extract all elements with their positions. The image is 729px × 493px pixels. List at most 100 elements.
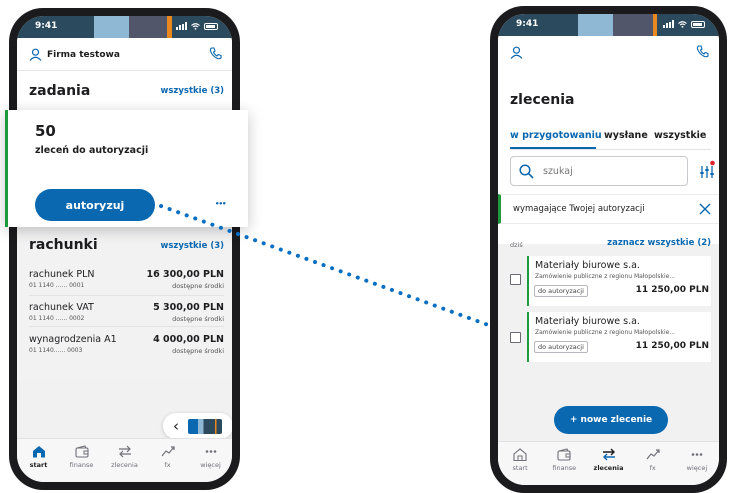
status-time: 9:41: [516, 19, 539, 29]
battery-icon: [204, 22, 218, 30]
tab-wiecej[interactable]: więcej: [675, 442, 719, 485]
account-amount: 16 300,00 PLN: [146, 269, 224, 280]
order-checkbox[interactable]: [510, 332, 521, 343]
signal-icon: [176, 22, 187, 30]
status-icons: [663, 20, 705, 28]
company-switcher[interactable]: Firma testowa: [29, 48, 120, 61]
order-title: Materiały biurowe s.a.: [535, 316, 640, 327]
wifi-icon: [191, 22, 200, 30]
search-input[interactable]: [543, 163, 673, 179]
filter-chip: wymagające Twojej autoryzacji: [498, 194, 719, 224]
account-note: dostępne środki: [172, 315, 224, 323]
tasks-title: zadania: [29, 83, 91, 99]
signal-icon: [663, 20, 674, 28]
accounts-section: rachunki wszystkie (3) rachunek PLN 01 1…: [17, 229, 232, 379]
account-amount: 4 000,00 PLN: [153, 334, 224, 345]
tasks-all-link[interactable]: wszystkie (3): [161, 86, 225, 96]
account-note: dostępne środki: [172, 347, 224, 355]
order-tabs: w przygotowaniu wysłane wszystkie: [510, 128, 711, 150]
tab-wiecej[interactable]: więcej: [189, 439, 232, 482]
close-icon[interactable]: [699, 203, 711, 215]
account-name: wynagrodzenia A1: [29, 334, 117, 345]
tab-label: start: [512, 464, 528, 472]
tab-label: więcej: [686, 464, 708, 472]
order-amount: 11 250,00 PLN: [635, 341, 709, 351]
search-icon: [519, 164, 534, 179]
tab-label: start: [29, 461, 48, 469]
search-box[interactable]: [510, 156, 688, 186]
card-carousel-pill[interactable]: ‹: [163, 413, 232, 439]
status-badge: do autoryzacji: [534, 341, 588, 353]
account-row[interactable]: rachunek PLN 01 1140 ...... 0001 16 300,…: [29, 265, 224, 296]
accounts-title: rachunki: [29, 237, 98, 253]
tab-zlecenia[interactable]: zlecenia: [586, 442, 630, 485]
fx-icon: [161, 446, 175, 457]
tab-label: finanse: [69, 461, 94, 469]
account-row[interactable]: rachunek VAT 01 1140 ...... 0002 5 300,0…: [29, 296, 224, 327]
order-card[interactable]: Materiały biurowe s.a. Zamówienie public…: [510, 312, 711, 362]
active-tab-indicator: [510, 147, 596, 149]
tab-zlecenia[interactable]: zlecenia: [103, 439, 146, 482]
status-icons: [176, 22, 218, 30]
tab-in-preparation[interactable]: w przygotowaniu: [510, 130, 602, 141]
account-name: rachunek PLN: [29, 269, 95, 280]
right-phone-screen: 9:41 zlecenia w przygotowaniu wysłane ws…: [498, 14, 719, 485]
wallet-icon: [557, 448, 571, 461]
tab-start[interactable]: start: [498, 442, 542, 485]
status-bar: 9:41: [17, 16, 232, 38]
new-order-button[interactable]: + nowe zlecenie: [554, 406, 668, 434]
status-bar: 9:41: [498, 14, 719, 36]
account-amount: 5 300,00 PLN: [153, 302, 224, 313]
tab-label: zlecenia: [111, 461, 138, 469]
tab-sent[interactable]: wysłane: [604, 130, 648, 141]
phone-icon[interactable]: [696, 45, 709, 58]
fx-icon: [646, 449, 660, 460]
tab-start[interactable]: start: [17, 439, 60, 482]
bottom-tab-bar: start finanse zlecenia fx więcej: [17, 438, 232, 482]
user-icon[interactable]: [510, 46, 523, 59]
select-all-link[interactable]: zaznacz wszystkie (2): [607, 238, 711, 248]
account-name: rachunek VAT: [29, 302, 94, 313]
status-time: 9:41: [35, 21, 58, 31]
pending-count: 50: [35, 122, 56, 140]
transfer-icon: [118, 445, 131, 458]
company-name: Firma testowa: [47, 49, 120, 60]
authorize-button[interactable]: autoryzuj: [35, 189, 155, 221]
order-amount: 11 250,00 PLN: [635, 285, 709, 295]
order-title: Materiały biurowe s.a.: [535, 260, 640, 271]
tab-fx[interactable]: fx: [146, 439, 189, 482]
account-note: dostępne środki: [172, 282, 224, 290]
chevron-left-icon[interactable]: ‹: [173, 418, 179, 434]
order-description: Zamówienie publiczne z regionu Małopolsk…: [535, 329, 676, 336]
home-icon: [32, 446, 45, 458]
tab-finanse[interactable]: finanse: [60, 439, 103, 482]
page-title: zlecenia: [510, 92, 575, 108]
wallet-icon: [74, 445, 89, 458]
tab-label: fx: [164, 461, 171, 469]
filter-chip-label: wymagające Twojej autoryzacji: [513, 204, 645, 214]
phone-icon[interactable]: [209, 47, 222, 60]
more-options-button[interactable]: •••: [215, 200, 226, 208]
battery-icon: [691, 20, 705, 28]
more-icon: [691, 453, 703, 456]
left-phone: 9:41 Firma testowa zadania wszystkie (3)…: [9, 8, 240, 490]
order-card[interactable]: Materiały biurowe s.a. Zamówienie public…: [510, 256, 711, 306]
tab-label: więcej: [200, 461, 221, 469]
tab-all[interactable]: wszystkie: [654, 130, 706, 141]
account-number: 01 1140 ...... 0001: [29, 282, 85, 289]
filter-icon[interactable]: [699, 160, 715, 180]
more-icon: [205, 450, 216, 453]
bottom-tab-bar: start finanse zlecenia fx więcej: [498, 441, 719, 485]
tab-label: zlecenia: [593, 464, 624, 472]
tab-fx[interactable]: fx: [631, 442, 675, 485]
accounts-all-link[interactable]: wszystkie (3): [161, 241, 225, 251]
card-thumbnail: [188, 418, 222, 434]
order-checkbox[interactable]: [510, 274, 521, 285]
transfer-icon: [602, 448, 615, 461]
account-row[interactable]: wynagrodzenia A1 01 1140...... 0003 4 00…: [29, 327, 224, 358]
tab-finanse[interactable]: finanse: [542, 442, 586, 485]
wifi-icon: [678, 20, 687, 28]
user-icon: [29, 48, 42, 61]
home-icon: [513, 448, 527, 461]
authorization-popup: 50 zleceń do autoryzacji autoryzuj •••: [5, 110, 248, 227]
